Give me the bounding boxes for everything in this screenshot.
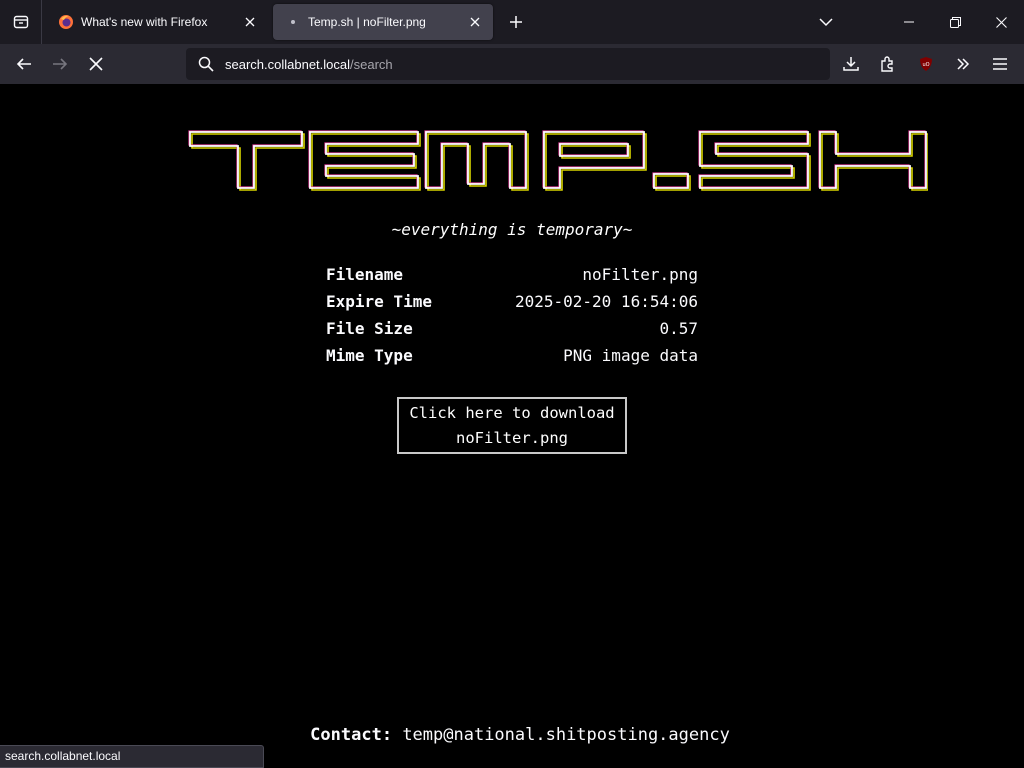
contact-email-link[interactable]: temp@national.shitposting.agency bbox=[402, 725, 730, 745]
info-row-filename: Filename noFilter.png bbox=[326, 264, 698, 291]
file-info-table: Filename noFilter.png Expire Time 2025-0… bbox=[326, 264, 698, 372]
navigation-toolbar: search.collabnet.local/search uO bbox=[0, 44, 1024, 84]
arrow-left-icon bbox=[16, 56, 32, 72]
ublock-shield-icon: uO bbox=[918, 56, 934, 72]
info-label: Filename bbox=[326, 265, 404, 284]
info-value: 2025-02-20 16:54:06 bbox=[514, 292, 698, 311]
arrow-right-icon bbox=[52, 56, 68, 72]
status-bar: search.collabnet.local bbox=[0, 745, 264, 768]
restore-button[interactable] bbox=[932, 0, 978, 44]
info-label: File Size bbox=[326, 319, 413, 338]
url-bar[interactable]: search.collabnet.local/search bbox=[186, 48, 830, 80]
info-value: noFilter.png bbox=[582, 265, 698, 284]
more-tools-button[interactable] bbox=[947, 48, 979, 80]
minimize-icon bbox=[904, 17, 914, 27]
download-button-line1: Click here to download bbox=[409, 403, 615, 422]
page-content: ~everything is temporary~ Filename noFil… bbox=[0, 84, 1024, 768]
download-icon bbox=[843, 56, 859, 72]
tagline: ~everything is temporary~ bbox=[391, 220, 633, 239]
url-path: /search bbox=[350, 56, 393, 72]
new-tab-button[interactable] bbox=[502, 8, 530, 36]
info-row-expire-time: Expire Time 2025-02-20 16:54:06 bbox=[326, 291, 698, 318]
info-label: Mime Type bbox=[326, 346, 413, 365]
plus-icon bbox=[509, 15, 523, 29]
close-window-button[interactable] bbox=[978, 0, 1024, 44]
tab-list-button[interactable] bbox=[0, 0, 42, 44]
stop-x-icon bbox=[89, 57, 103, 71]
globe-dot-icon bbox=[285, 14, 301, 30]
close-icon bbox=[995, 16, 1007, 28]
info-value: 0.57 bbox=[659, 319, 698, 338]
restore-icon bbox=[949, 16, 961, 28]
info-row-mime-type: Mime Type PNG image data bbox=[326, 345, 698, 372]
close-tab-icon[interactable] bbox=[463, 10, 487, 34]
list-all-tabs-button[interactable] bbox=[803, 0, 849, 44]
forward-button[interactable] bbox=[44, 48, 76, 80]
minimize-button[interactable] bbox=[886, 0, 932, 44]
downloads-button[interactable] bbox=[835, 48, 867, 80]
extensions-button[interactable] bbox=[872, 48, 904, 80]
tab-tempsh[interactable]: Temp.sh | noFilter.png bbox=[273, 4, 493, 40]
contact-line: Contact: temp@national.shitposting.agenc… bbox=[0, 725, 1024, 745]
tempsh-logo bbox=[188, 128, 928, 192]
hamburger-menu-icon bbox=[993, 58, 1007, 70]
download-button[interactable]: Click here to download noFilter.png bbox=[397, 397, 627, 454]
contact-label: Contact: bbox=[310, 725, 393, 745]
info-value: PNG image data bbox=[563, 346, 698, 365]
tab-whats-new[interactable]: What's new with Firefox bbox=[46, 4, 268, 40]
tab-title: Temp.sh | noFilter.png bbox=[308, 15, 426, 29]
tab-title: What's new with Firefox bbox=[81, 15, 208, 29]
tab-bar: What's new with Firefox Temp.sh | noFilt… bbox=[0, 0, 1024, 44]
close-tab-icon[interactable] bbox=[238, 10, 262, 34]
url-text: search.collabnet.local/search bbox=[225, 57, 393, 72]
search-icon bbox=[198, 56, 214, 72]
svg-text:uO: uO bbox=[922, 62, 929, 68]
app-menu-button[interactable] bbox=[984, 48, 1016, 80]
back-button[interactable] bbox=[8, 48, 40, 80]
tab-overview-icon bbox=[13, 14, 29, 30]
chevron-down-icon bbox=[819, 17, 833, 27]
ublock-origin-button[interactable]: uO bbox=[910, 48, 942, 80]
url-host: search.collabnet.local bbox=[225, 56, 351, 72]
firefox-icon bbox=[58, 14, 74, 30]
puzzle-icon bbox=[880, 56, 896, 72]
download-button-line2: noFilter.png bbox=[456, 428, 568, 447]
info-label: Expire Time bbox=[326, 292, 432, 311]
double-chevron-right-icon bbox=[955, 56, 971, 72]
stop-button[interactable] bbox=[80, 48, 112, 80]
info-row-file-size: File Size 0.57 bbox=[326, 318, 698, 345]
